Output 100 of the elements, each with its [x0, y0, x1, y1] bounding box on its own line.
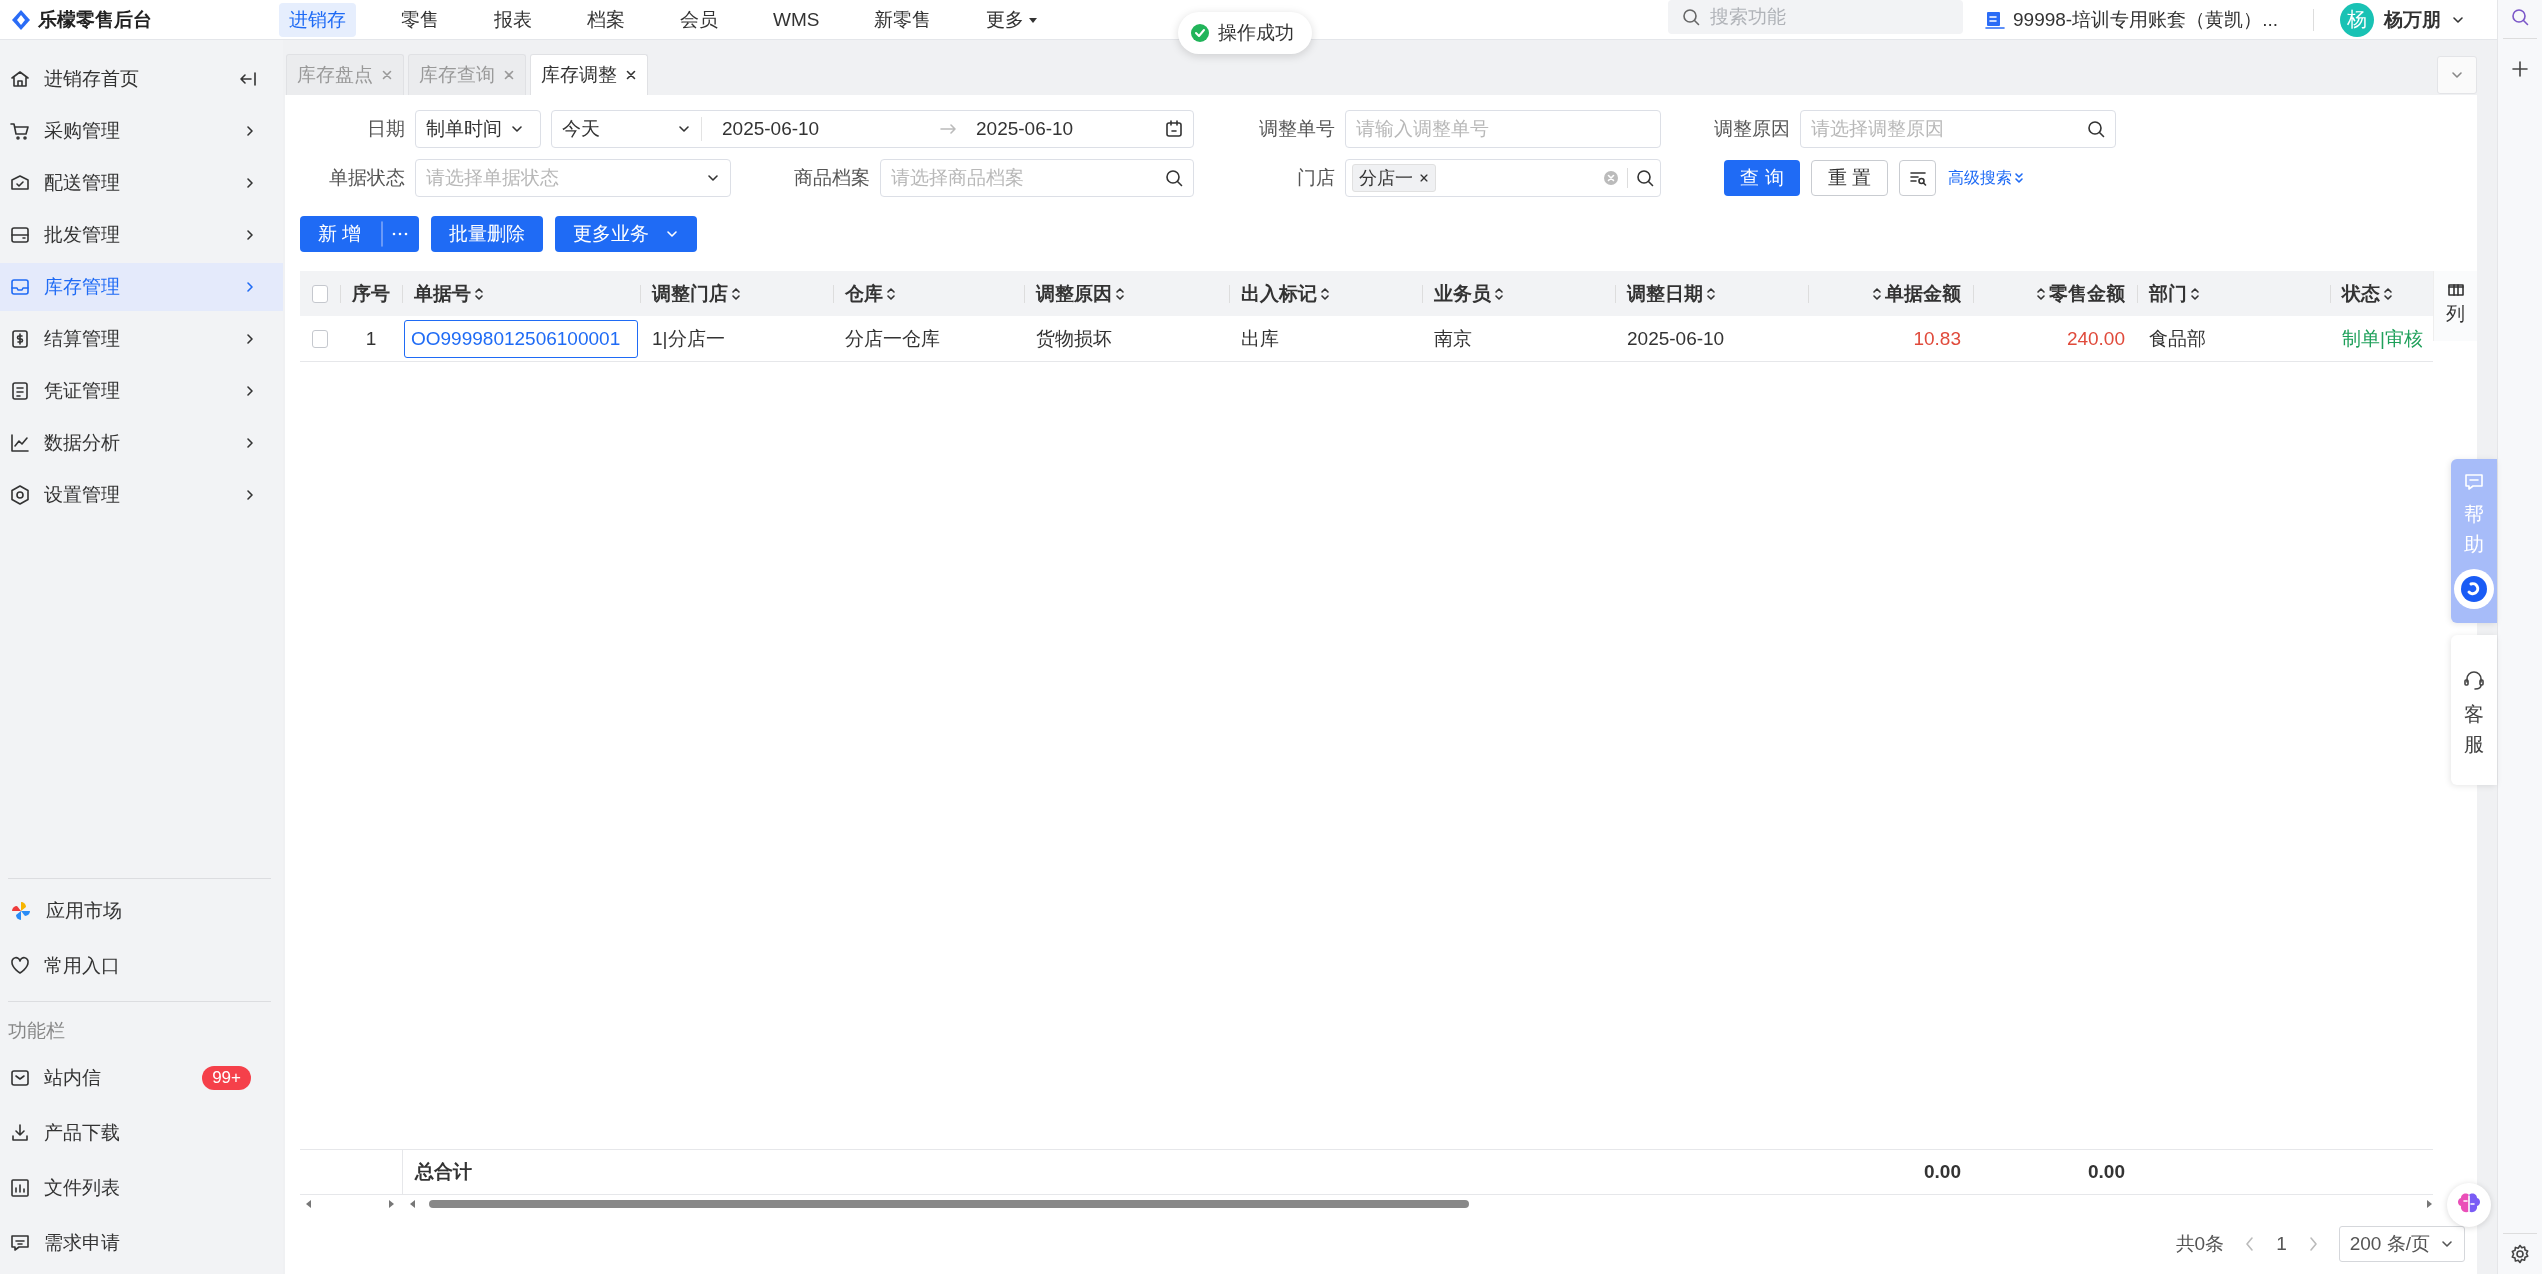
nav-tab[interactable]: 档案 — [577, 2, 635, 37]
query-button[interactable]: 查 询 — [1724, 160, 1800, 196]
store-field[interactable]: 分店一 — [1345, 159, 1661, 197]
column-header[interactable]: 出入标记 — [1229, 271, 1422, 316]
column-header[interactable]: 序号 — [340, 271, 402, 316]
sidebar-item[interactable]: 设置管理 — [0, 471, 283, 519]
collapse-icon[interactable] — [239, 71, 257, 87]
date-range-field[interactable]: 今天 2025-06-10 2025-06-10 — [551, 110, 1194, 148]
page-tab[interactable]: 库存调整 — [530, 54, 648, 95]
service-panel[interactable]: 客服 — [2451, 635, 2497, 785]
sort-icon[interactable] — [1706, 285, 1716, 302]
column-header[interactable]: 单据号 — [402, 271, 640, 316]
nav-tab[interactable]: 零售 — [391, 2, 449, 37]
table-cell: 2025-06-10 — [1627, 327, 1725, 350]
column-header[interactable]: 仓库 — [833, 271, 1024, 316]
search-icon[interactable] — [1636, 169, 1654, 187]
sort-icon[interactable] — [1320, 285, 1330, 302]
sort-icon[interactable] — [1872, 285, 1882, 302]
sidebar-item[interactable]: 常用入口 — [0, 943, 283, 989]
order-link[interactable]: OO99998012506100001 — [404, 319, 638, 358]
date-preset[interactable]: 今天 — [562, 116, 600, 142]
sidebar-item[interactable]: 站内信 99+ — [0, 1055, 283, 1101]
column-header[interactable]: 调整门店 — [640, 271, 833, 316]
checkbox[interactable] — [312, 284, 328, 303]
filter-settings-button[interactable] — [1899, 160, 1936, 196]
sidebar-item[interactable]: 库存管理 — [0, 263, 283, 311]
plus-icon[interactable] — [2512, 61, 2528, 77]
search-icon[interactable] — [1165, 169, 1183, 187]
sidebar-item[interactable]: 批发管理 — [0, 211, 283, 259]
page-number[interactable]: 1 — [2276, 1232, 2287, 1255]
message-icon — [2464, 473, 2484, 491]
column-header[interactable]: 调整原因 — [1024, 271, 1229, 316]
sidebar-item[interactable]: 应用市场 — [0, 888, 283, 934]
sort-icon[interactable] — [1115, 285, 1125, 302]
total-count: 共0条 — [2175, 1231, 2225, 1256]
batch-delete-button[interactable]: 批量删除 — [431, 216, 544, 252]
account-name[interactable]: 99998-培训专用账套（黄凯）... — [2013, 6, 2278, 33]
calendar-icon — [1165, 120, 1183, 138]
field-label: 调整单号 — [1258, 117, 1335, 141]
sidebar-item[interactable]: 需求申请 — [0, 1220, 283, 1266]
download-icon — [10, 1123, 30, 1143]
column-settings-button[interactable]: 列 — [2433, 271, 2477, 341]
close-icon[interactable] — [625, 69, 637, 81]
column-header[interactable]: 状态 — [2330, 271, 2433, 316]
column-header[interactable]: 零售金额 — [1973, 271, 2137, 316]
sort-icon[interactable] — [2383, 285, 2393, 302]
column-header[interactable]: 部门 — [2137, 271, 2330, 316]
envelope-icon — [10, 1068, 30, 1088]
reset-button[interactable]: 重 置 — [1811, 160, 1888, 196]
close-icon[interactable] — [1419, 173, 1429, 183]
sidebar-item[interactable]: 配送管理 — [0, 159, 283, 207]
nav-tab[interactable]: WMS — [763, 2, 830, 37]
table-cell-text: 1|分店一 — [652, 326, 725, 351]
advanced-search-link[interactable]: 高级搜索 — [1948, 167, 2024, 189]
sidebar-item[interactable]: 结算管理 — [0, 315, 283, 363]
sort-icon[interactable] — [731, 285, 741, 302]
headset-icon — [2463, 669, 2485, 691]
new-button[interactable]: 新 增 — [300, 216, 420, 252]
hexagon-gear-icon — [10, 485, 30, 505]
sort-icon[interactable] — [1494, 285, 1504, 302]
end-date[interactable]: 2025-06-10 — [976, 118, 1157, 140]
user-name[interactable]: 杨万朋 — [2384, 6, 2441, 33]
sidebar-item[interactable]: 产品下载 — [0, 1110, 283, 1156]
sidebar-item[interactable]: 进销存首页 — [0, 55, 283, 103]
sidebar-item[interactable]: 文件列表 — [0, 1165, 283, 1211]
cart-icon — [10, 121, 30, 141]
start-date[interactable]: 2025-06-10 — [722, 118, 932, 140]
page-size-select[interactable]: 200 条/页 — [2338, 1225, 2465, 1262]
nav-tab[interactable]: 报表 — [484, 2, 542, 37]
wallet-icon — [10, 225, 30, 245]
table-cell: 1 — [365, 327, 377, 350]
chat-bubble-icon[interactable] — [2452, 567, 2496, 611]
sort-icon[interactable] — [2036, 285, 2046, 302]
scroll-arrows-icon[interactable] — [305, 1199, 395, 1209]
sidebar-item[interactable]: 采购管理 — [0, 107, 283, 155]
column-header[interactable]: 单据金额 — [1808, 271, 1973, 316]
sort-icon[interactable] — [886, 285, 896, 302]
column-header[interactable]: 调整日期 — [1615, 271, 1808, 316]
settings-icon[interactable] — [2510, 1244, 2530, 1264]
search-icon[interactable] — [2087, 120, 2105, 138]
more-business-button[interactable]: 更多业务 — [555, 216, 698, 252]
date-type-select[interactable]: 制单时间 — [415, 110, 541, 148]
nav-tab[interactable]: 新零售 — [864, 2, 942, 37]
sidebar-item[interactable]: 数据分析 — [0, 419, 283, 467]
sort-icon[interactable] — [474, 285, 484, 302]
sidebar-item[interactable]: 凭证管理 — [0, 367, 283, 415]
nav-tab[interactable]: 更多 — [976, 2, 1049, 37]
scroll-right-icon[interactable] — [2425, 1199, 2433, 1209]
checkbox[interactable] — [312, 329, 328, 348]
app-title: 乐檬零售后台 — [38, 7, 152, 32]
table-cell-text: 食品部 — [2149, 326, 2206, 351]
horizontal-scrollbar[interactable] — [429, 1200, 1469, 1208]
sort-icon[interactable] — [2190, 285, 2200, 302]
scroll-left-icon[interactable] — [409, 1199, 417, 1209]
check-circle-icon — [1190, 23, 1210, 43]
nav-tab[interactable]: 会员 — [670, 2, 728, 37]
column-header[interactable]: 业务员 — [1422, 271, 1615, 316]
store-tag[interactable]: 分店一 — [1352, 164, 1436, 192]
nav-tab[interactable]: 进销存 — [279, 2, 356, 37]
table-cell-text: 货物损坏 — [1036, 326, 1112, 351]
